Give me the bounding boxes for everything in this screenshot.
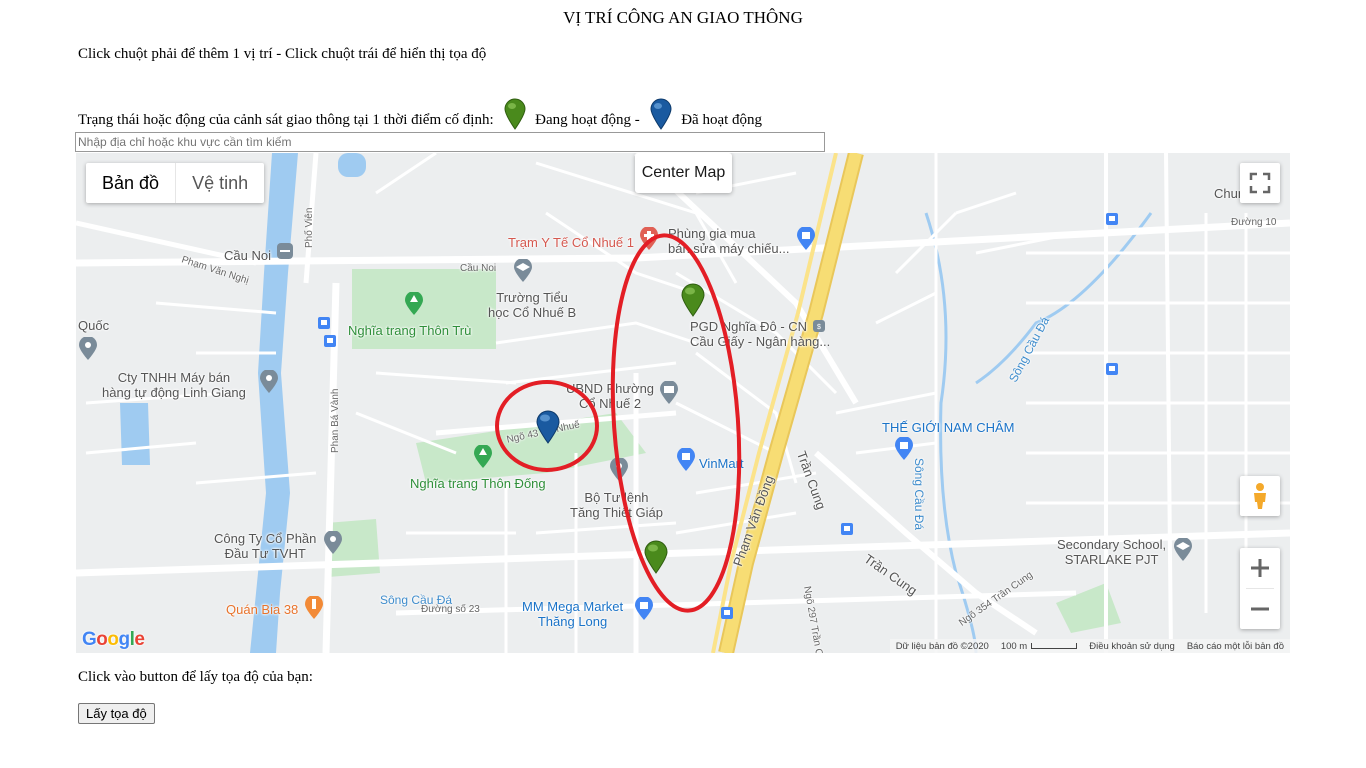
street-view-pegman-button[interactable] [1240,476,1280,516]
road-label: Phan Bá Vành [330,388,341,454]
map-scale-bar [1031,643,1078,649]
terms-link[interactable]: Điều khoản sử dụng [1089,641,1175,652]
minus-icon [1251,607,1269,611]
water-label: Sông Cầu Đá [912,458,926,531]
restaurant-icon [305,596,323,619]
get-coords-label: Click vào button để lấy tọa độ của bạn: [78,669,313,685]
active-marker-1[interactable] [681,283,705,317]
map-label: Trường Tiểu học Cổ Nhuế B [488,290,577,320]
map-scale[interactable]: 100 m [1000,640,1078,652]
map-label: Cty TNHH Máy bán hàng tự động Linh Giang [102,370,246,400]
map-canvas[interactable]: Cầu Noi Cầu Noi Phạm Văn Nghị Phố Viên Q… [76,153,1290,653]
done-marker-1[interactable] [536,410,560,444]
shop-icon [895,437,913,460]
active-pin-icon [503,98,527,135]
map-instruction: Click chuột phải để thêm 1 vị trí - Clic… [78,46,487,62]
map-label: THẾ GIỚI NAM CHÂM [882,420,1015,435]
school-icon [514,259,532,282]
map-scale-label: 100 m [1000,640,1028,652]
bus-stop-icon [318,317,330,329]
active-marker-2[interactable] [644,540,668,574]
bus-stop-icon [1106,363,1118,375]
road-label: Phố Viên [304,207,315,248]
zoom-control [1240,548,1280,629]
map-label: Quán Bia 38 [226,602,299,617]
map-label: Cầu Noi [224,248,271,263]
map-attribution: Dữ liệu bản đồ ©2020 100 m Điều khoản sử… [889,639,1290,653]
shop-icon [797,227,815,250]
pegman-icon [1254,483,1266,509]
annotation-circle-large [610,233,742,613]
get-coords-button[interactable]: Lấy tọa độ [78,703,155,724]
bridge-icon [277,243,293,259]
map-type-control: Bản đồ Vệ tinh [86,163,265,203]
fullscreen-icon [1249,172,1271,194]
map-label: Nghĩa trang Thôn Đống [410,476,546,491]
bus-stop-icon [324,335,336,347]
bank-icon: $ [813,320,825,332]
status-legend-active: Đang hoạt động - [535,112,640,128]
plus-icon [1251,559,1269,577]
google-logo[interactable]: Google [82,629,145,651]
park-icon [474,445,492,468]
page-title: VỊ TRÍ CÔNG AN GIAO THÔNG [563,8,803,27]
address-search-input[interactable] [75,132,825,152]
road-label: Đường số 23 [421,604,480,615]
bus-stop-icon [841,523,853,535]
place-pin-icon [324,531,342,554]
map-type-satellite-button[interactable]: Vệ tinh [175,163,264,203]
bus-stop-icon [1106,213,1118,225]
report-error-link[interactable]: Báo cáo một lỗi bản đồ [1187,641,1284,652]
road-label: Cầu Noi [460,263,497,274]
map-data-credit: Dữ liệu bản đồ ©2020 [895,640,989,652]
map-label: Secondary School, STARLAKE PJT [1057,537,1167,567]
place-pin-icon [260,370,278,393]
school-icon [1174,538,1192,561]
status-legend: Trạng thái hoặc động của cảnh sát giao t… [78,98,762,135]
done-pin-icon [649,98,673,135]
fullscreen-button[interactable] [1240,163,1280,203]
map-type-roadmap-button[interactable]: Bản đồ [86,163,175,203]
map-label: Quốc [78,318,110,333]
map-label: Nghĩa trang Thôn Trù [348,323,472,338]
road-label: Đường 10 [1231,217,1277,228]
place-pin-icon [79,337,97,360]
park-icon [405,292,423,315]
zoom-in-button[interactable] [1240,548,1280,588]
center-map-button[interactable]: Center Map [635,153,732,193]
status-legend-done: Đã hoạt động [681,112,763,128]
svg-text:$: $ [817,324,821,331]
map-label: Công Ty Cổ Phần Đầu Tư TVHT [214,531,317,561]
zoom-out-button[interactable] [1240,589,1280,629]
status-legend-prefix: Trạng thái hoặc động của cảnh sát giao t… [78,112,494,128]
